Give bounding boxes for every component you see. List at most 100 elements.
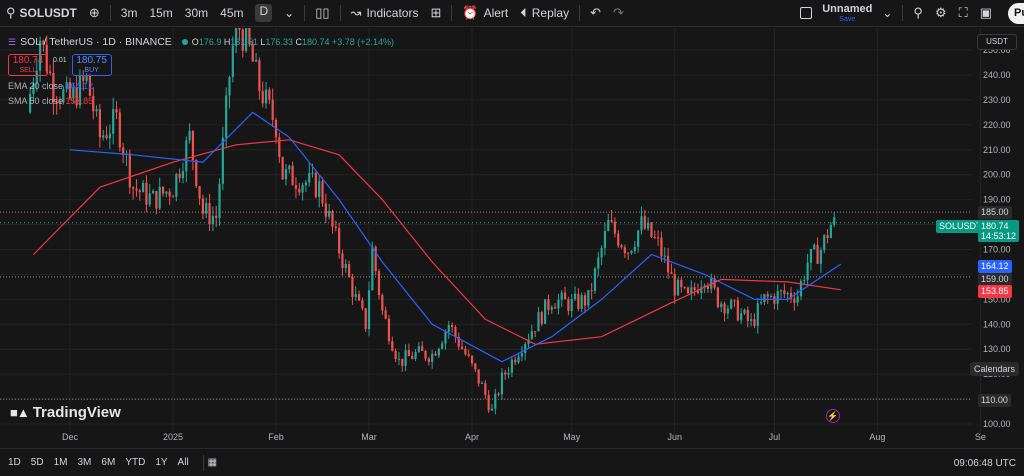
candle-body (185, 140, 188, 172)
calendars-button[interactable]: Calendars (970, 362, 1020, 376)
layout-save-status: Save (839, 15, 856, 23)
candle-body (308, 173, 311, 183)
interval-dropdown[interactable]: ⌄ (278, 0, 300, 27)
settings-button[interactable]: ⚙ (929, 0, 953, 27)
candle-body (411, 355, 414, 360)
ohlc-values: O176.9 H181.51 L176.33 C180.74 +3.78 (+2… (192, 37, 394, 47)
candle-body (158, 186, 161, 209)
replay-button[interactable]: ⏴ Replay (514, 0, 575, 27)
candle-body (507, 372, 510, 375)
goto-date-button[interactable]: ▦ (208, 457, 217, 468)
chart-area[interactable]: 100.00110.00120.00130.00140.00150.00160.… (0, 28, 1024, 448)
ema-legend[interactable]: EMA 20 close 164.12 (8, 81, 394, 91)
interval-3m[interactable]: 3m (115, 0, 144, 27)
y-tick-label: 190.00 (983, 195, 1011, 205)
snapshot-button[interactable]: ▣ (974, 0, 998, 27)
candle-body (171, 196, 175, 198)
candle-body (477, 369, 480, 384)
x-tick-label: Se (975, 432, 986, 442)
candle-body (746, 309, 749, 321)
bottom-toolbar: 1D 5D 1M 3M 6M YTD 1Y All ▦ 09:06:48 UTC (0, 448, 1024, 476)
publish-button[interactable]: Pu (1008, 3, 1024, 24)
candle-body (281, 156, 284, 180)
candle-body (514, 359, 517, 363)
redo-button[interactable]: ↷ (607, 0, 630, 27)
candle-body (165, 191, 168, 194)
candle-body (577, 293, 580, 309)
candle-body (151, 191, 155, 194)
buy-button[interactable]: 180.75 BUY (71, 54, 112, 76)
indicators-button[interactable]: ↝ Indicators (345, 0, 425, 27)
candle-body (553, 307, 557, 309)
interval-d[interactable]: D (249, 0, 278, 27)
clock-time: 09:06:48 UTC (953, 458, 1016, 469)
candle-body (730, 300, 733, 309)
candle-body (450, 325, 454, 328)
candle-body (544, 299, 547, 324)
alert-button[interactable]: ⏰ Alert (456, 0, 514, 27)
range-6m[interactable]: 6M (101, 457, 115, 468)
close-value: 180.74 (301, 37, 330, 47)
flash-icon[interactable]: ⚡ (826, 409, 840, 423)
range-1y[interactable]: 1Y (155, 457, 167, 468)
chart-legend: ☰ SOL / TetherUS · 1D · BINANCE O176.9 H… (8, 36, 394, 106)
candle-body (819, 250, 823, 264)
symbol-search[interactable]: ⚲ SOLUSDT (0, 0, 83, 27)
candle-body (809, 248, 813, 263)
indicators-label: Indicators (366, 6, 419, 20)
candle-body (431, 353, 434, 362)
candle-body (294, 185, 298, 189)
candle-body (344, 264, 347, 269)
grid-icon: ⊞ (430, 5, 442, 20)
candle-body (407, 350, 411, 356)
candle-body (627, 253, 630, 255)
fullscreen-button[interactable]: ⛶ (953, 0, 974, 27)
range-all[interactable]: All (178, 457, 189, 468)
candle-body (686, 287, 690, 294)
candle-body (510, 359, 514, 373)
candle-body (145, 182, 148, 205)
quick-search-button[interactable]: ⚲ (907, 0, 929, 27)
range-ytd[interactable]: YTD (125, 457, 145, 468)
sma-value: 153.85 (65, 96, 94, 106)
candle-body (324, 203, 327, 217)
candle-body (421, 346, 424, 352)
candle-body (434, 353, 437, 356)
candle-body (547, 299, 550, 310)
candle-body (769, 295, 773, 297)
chart-type-button[interactable]: ▯▯ (309, 0, 335, 27)
range-5d[interactable]: 5D (31, 457, 44, 468)
trade-buttons: 180.74 SELL 0.01 180.75 BUY (8, 54, 394, 76)
sma-legend[interactable]: SMA 50 close 153.85 (8, 96, 394, 106)
candle-body (361, 300, 364, 309)
range-1d[interactable]: 1D (8, 457, 21, 468)
interval-45m[interactable]: 45m (214, 0, 249, 27)
candle-body (437, 348, 440, 356)
buy-price: 180.75 (76, 55, 107, 66)
compare-symbol-button[interactable]: ⊕ (83, 0, 106, 27)
candle-body (467, 354, 470, 356)
last-price: 180.74 (981, 221, 1009, 231)
candle-body (318, 181, 321, 198)
support-level-label: 110.00 (978, 394, 1011, 407)
layout-menu[interactable]: Unnamed Save ⌄ (794, 0, 898, 27)
sell-button[interactable]: 180.74 SELL (8, 54, 48, 76)
candle-body (135, 188, 138, 191)
currency-selector[interactable]: USDT (977, 34, 1017, 50)
interval-15m[interactable]: 15m (143, 0, 178, 27)
range-3m[interactable]: 3M (78, 457, 92, 468)
candle-body (480, 383, 484, 385)
candle-body (623, 247, 626, 254)
range-1m[interactable]: 1M (54, 457, 68, 468)
high-value: 181.51 (230, 37, 258, 47)
candle-body (384, 310, 387, 319)
candle-body (341, 253, 344, 269)
ema-price-tag: 164.12 (978, 260, 1012, 273)
candle-body (607, 219, 610, 232)
legend-title[interactable]: SOL / TetherUS · 1D · BINANCE (20, 36, 172, 48)
interval-30m[interactable]: 30m (179, 0, 214, 27)
candle-body (128, 153, 131, 188)
templates-button[interactable]: ⊞ (424, 0, 447, 27)
candle-body (693, 287, 696, 290)
undo-button[interactable]: ↶ (584, 0, 607, 27)
